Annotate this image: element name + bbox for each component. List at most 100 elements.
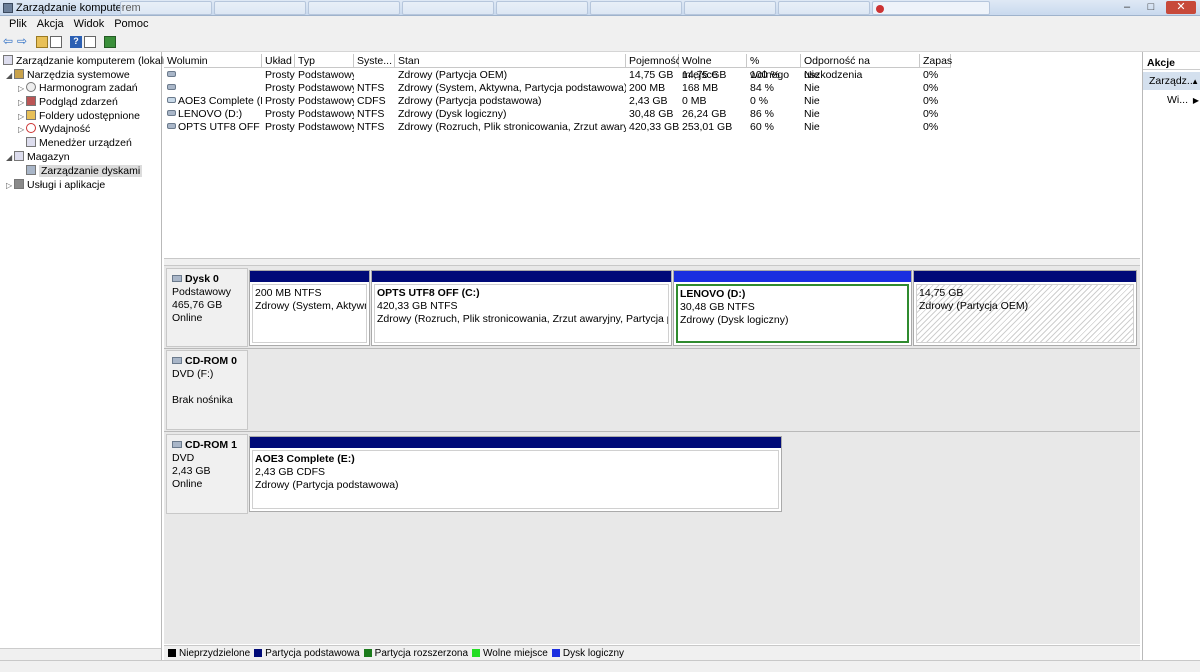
col-status[interactable]: Stan xyxy=(395,54,626,68)
table-row[interactable]: AOE3 Complete (E:) Prosty Podstawowy CDF… xyxy=(164,95,1140,108)
col-capacity[interactable]: Pojemność xyxy=(626,54,681,68)
help-icon[interactable]: ? xyxy=(70,36,82,48)
primary-partition-bar xyxy=(250,271,369,282)
col-type[interactable]: Typ xyxy=(295,54,354,68)
hard-disk-icon xyxy=(172,275,182,282)
disk-map: Dysk 0 Podstawowy 465,76 GB Online 200 M… xyxy=(164,266,1140,644)
background-tab[interactable] xyxy=(684,1,776,15)
table-row[interactable]: LENOVO (D:) Prosty Podstawowy NTFS Zdrow… xyxy=(164,108,1140,121)
forward-arrow-icon[interactable]: ⇨ xyxy=(17,35,29,48)
title-bar: Zarządzanie komputerem – □ ✕ xyxy=(0,0,1200,16)
tree-storage[interactable]: ◢ Magazyn xyxy=(6,151,70,164)
computer-management-icon xyxy=(3,3,13,13)
collapse-icon[interactable]: ◢ xyxy=(6,69,14,82)
menu-bar: Plik Akcja Widok Pomoc xyxy=(0,16,1200,32)
expand-icon[interactable]: ▷ xyxy=(18,110,26,123)
table-row[interactable]: Prosty Podstawowy Zdrowy (Partycja OEM) … xyxy=(164,69,1140,82)
pane-splitter[interactable] xyxy=(164,258,1140,266)
primary-partition-bar xyxy=(250,437,781,448)
close-icon[interactable]: ✕ xyxy=(1166,1,1196,14)
col-volume[interactable]: Wolumin xyxy=(164,54,262,68)
col-filesystem[interactable]: Syste... xyxy=(354,54,395,68)
table-row[interactable]: Prosty Podstawowy NTFS Zdrowy (System, A… xyxy=(164,82,1140,95)
legend-swatch xyxy=(363,649,372,657)
partition-e[interactable]: AOE3 Complete (E:) 2,43 GB CDFS Zdrowy (… xyxy=(249,436,782,512)
partition-d[interactable]: LENOVO (D:) 30,48 GB NTFS Zdrowy (Dysk l… xyxy=(673,270,912,346)
partition-c[interactable]: OPTS UTF8 OFF (C:) 420,33 GB NTFS Zdrowy… xyxy=(371,270,672,346)
tree-event-viewer[interactable]: ▷ Podgląd zdarzeń xyxy=(18,96,118,109)
background-tab[interactable] xyxy=(496,1,588,15)
menu-view[interactable]: Widok xyxy=(69,16,110,32)
cdrom-1-label[interactable]: CD-ROM 1 DVD 2,43 GB Online xyxy=(166,434,248,514)
minimize-icon[interactable]: – xyxy=(1118,1,1136,14)
collapse-icon[interactable]: ◢ xyxy=(6,151,14,164)
back-arrow-icon[interactable]: ⇦ xyxy=(3,35,15,48)
disk-0-label[interactable]: Dysk 0 Podstawowy 465,76 GB Online xyxy=(166,268,248,347)
tab-icon xyxy=(876,5,884,13)
tree-performance[interactable]: ▷ Wydajność xyxy=(18,123,90,136)
clock-icon xyxy=(26,82,36,92)
background-tab[interactable] xyxy=(214,1,306,15)
maximize-icon[interactable]: □ xyxy=(1142,1,1160,14)
col-layout[interactable]: Układ xyxy=(262,54,295,68)
taskbar-tabs xyxy=(120,1,990,15)
properties-icon[interactable] xyxy=(104,36,116,48)
actions-disk-management[interactable]: Zarządz... ▲ xyxy=(1143,72,1200,90)
active-tab[interactable] xyxy=(872,1,990,15)
window-buttons: – □ ✕ xyxy=(1118,1,1196,14)
tree-horizontal-scrollbar[interactable] xyxy=(0,648,161,660)
expand-icon[interactable]: ▷ xyxy=(18,123,26,136)
tree-shared-folders[interactable]: ▷ Foldery udostępnione xyxy=(18,110,140,123)
legend: Nieprzydzielone Partycja podstawowa Part… xyxy=(164,645,1140,660)
navigation-tree: Zarządzanie komputerem (lokalne) ◢ Narzęd… xyxy=(0,52,178,660)
expand-icon[interactable]: ▷ xyxy=(18,96,26,109)
row-divider xyxy=(164,431,1140,432)
show-hide-actions-icon[interactable] xyxy=(84,36,96,48)
services-icon xyxy=(14,179,24,189)
legend-item: Wolne miejsce xyxy=(472,648,548,659)
col-free-space[interactable]: Wolne miejsce xyxy=(679,54,747,81)
cd-drive-icon xyxy=(172,357,182,364)
col-percent-free[interactable]: % wolnego xyxy=(747,54,801,81)
tree-task-scheduler[interactable]: ▷ Harmonogram zadań xyxy=(18,82,138,95)
partition-oem[interactable]: 14,75 GB Zdrowy (Partycja OEM) xyxy=(913,270,1137,346)
actions-more[interactable]: Wi... ▶ xyxy=(1143,94,1200,108)
background-tab[interactable] xyxy=(778,1,870,15)
expand-icon[interactable]: ▷ xyxy=(6,179,14,192)
disk-icon xyxy=(26,165,36,175)
tree-system-tools[interactable]: ◢ Narzędzia systemowe xyxy=(6,69,130,82)
toolbar: ⇦ ⇨ ? xyxy=(0,32,1200,52)
background-tab[interactable] xyxy=(120,1,212,15)
expand-icon[interactable]: ▷ xyxy=(18,82,26,95)
event-log-icon xyxy=(26,96,36,106)
tree-services[interactable]: ▷ Usługi i aplikacje xyxy=(6,179,105,192)
tree-device-manager[interactable]: Menedżer urządzeń xyxy=(26,137,132,150)
col-fault-tolerance[interactable]: Odporność na uszkodzenia xyxy=(801,54,920,81)
background-tab[interactable] xyxy=(402,1,494,15)
volume-list-header: Wolumin Układ Typ Syste... Stan Pojemnoś… xyxy=(164,54,1140,81)
tools-icon xyxy=(14,69,24,79)
menu-file[interactable]: Plik xyxy=(4,16,32,32)
col-overhead[interactable]: Zapas xyxy=(920,54,952,68)
menu-action[interactable]: Akcja xyxy=(32,16,69,32)
computer-icon xyxy=(3,55,13,65)
table-row[interactable]: OPTS UTF8 OFF (C:) Prosty Podstawowy NTF… xyxy=(164,121,1140,134)
show-hide-tree-icon[interactable] xyxy=(50,36,62,48)
performance-icon xyxy=(26,123,36,133)
collapse-icon[interactable]: ▲ xyxy=(1191,77,1199,86)
up-folder-icon[interactable] xyxy=(36,36,48,48)
background-tab[interactable] xyxy=(590,1,682,15)
folder-icon xyxy=(26,110,36,120)
volume-list: Wolumin Układ Typ Syste... Stan Pojemnoś… xyxy=(164,52,1140,258)
cdrom-0-label[interactable]: CD-ROM 0 DVD (F:) Brak nośnika xyxy=(166,350,248,430)
menu-help[interactable]: Pomoc xyxy=(109,16,153,32)
cd-drive-icon xyxy=(167,97,176,103)
legend-swatch xyxy=(254,649,263,657)
status-bar xyxy=(0,660,1200,672)
background-tab[interactable] xyxy=(308,1,400,15)
tree-disk-management[interactable]: Zarządzanie dyskami xyxy=(26,165,143,178)
drive-icon xyxy=(167,123,176,129)
partition-system-reserved[interactable]: 200 MB NTFS Zdrowy (System, Aktywna, Pa xyxy=(249,270,370,346)
tree-root[interactable]: Zarządzanie komputerem (lokalne) xyxy=(3,55,178,68)
primary-partition-bar xyxy=(914,271,1136,282)
